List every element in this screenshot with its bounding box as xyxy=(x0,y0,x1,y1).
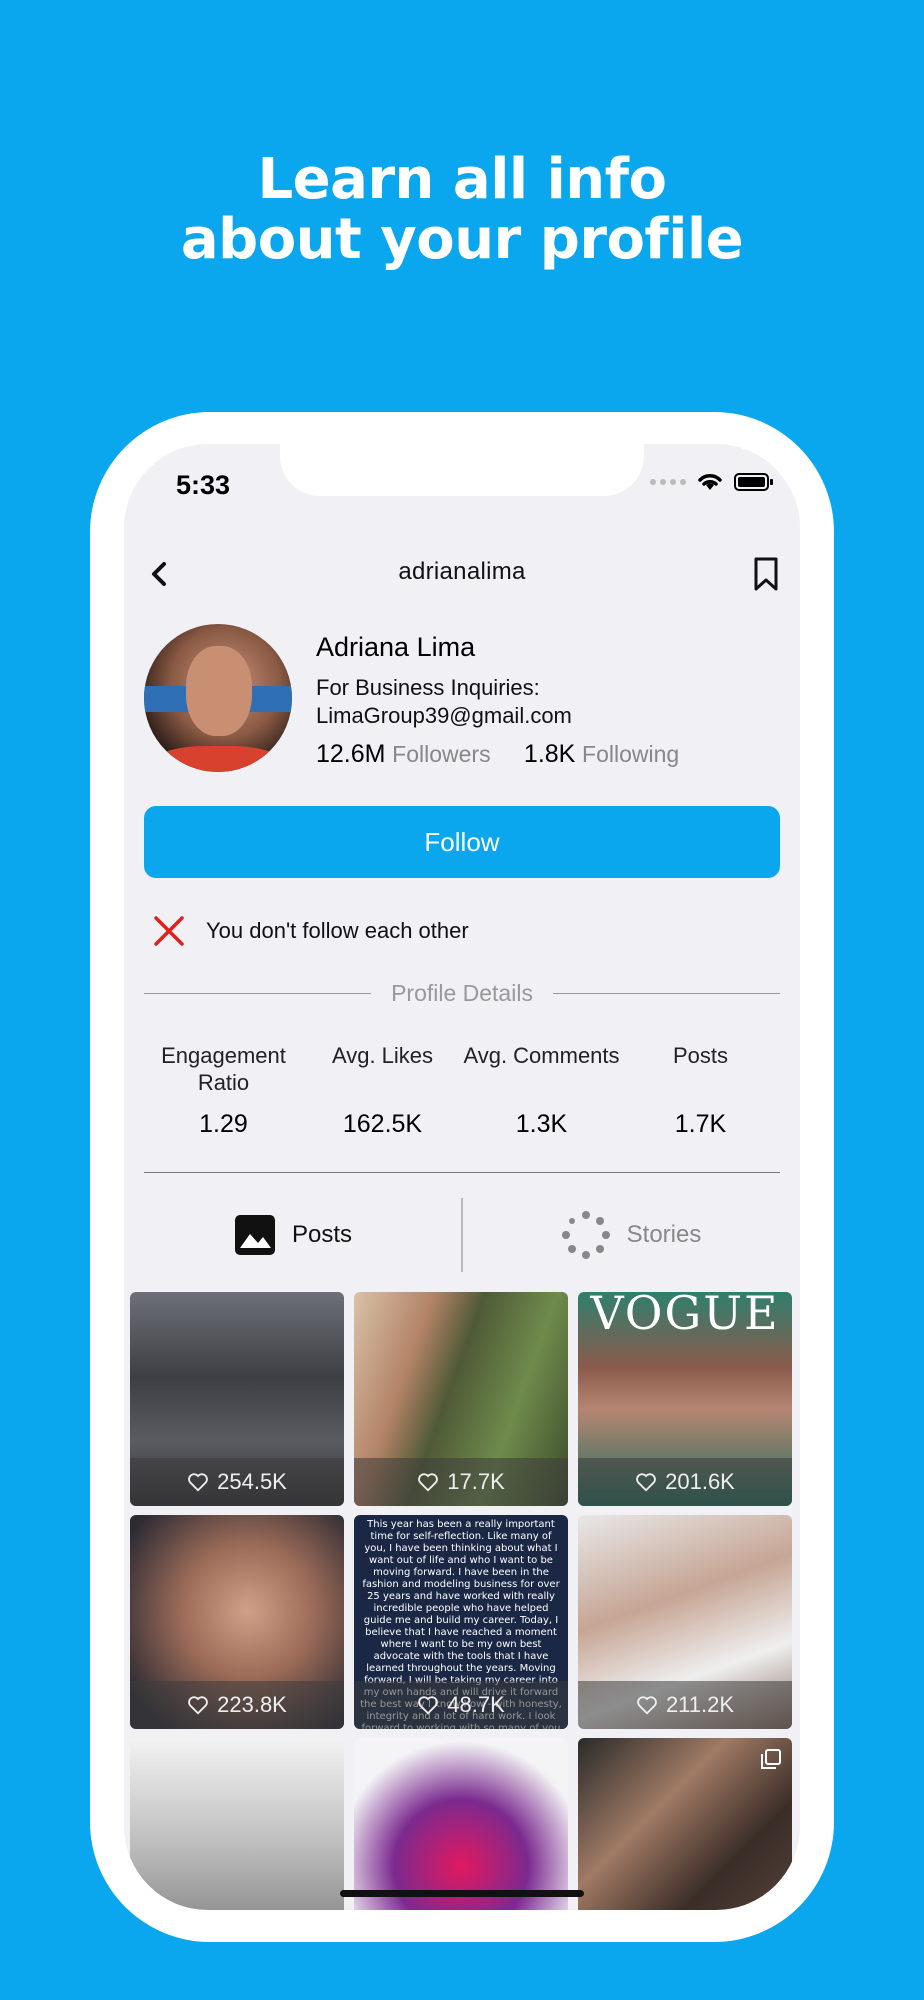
profile-details-header: Profile Details xyxy=(144,980,781,1007)
post-thumbnail[interactable] xyxy=(130,1738,344,1910)
phone-screen: 5:33 adrianalima Adriana Lima For Busine… xyxy=(124,444,800,1910)
heart-icon xyxy=(188,1473,208,1492)
detail-avg-comments: Avg. Comments 1.3K xyxy=(462,1042,621,1139)
divider xyxy=(144,1172,780,1173)
profile-bio: For Business Inquiries: LimaGroup39@gmai… xyxy=(316,675,572,728)
heart-icon xyxy=(637,1696,657,1715)
post-likes-count: 17.7K xyxy=(447,1469,505,1494)
heart-icon xyxy=(188,1696,208,1715)
post-likes: 254.5K xyxy=(130,1458,344,1506)
headline-line-2: about your profile xyxy=(180,207,744,272)
image-icon xyxy=(234,1215,275,1255)
stories-spinner-icon xyxy=(561,1211,610,1259)
tab-posts[interactable]: Posts xyxy=(124,1196,462,1274)
post-likes: 211.2K xyxy=(578,1681,792,1729)
post-likes: 223.8K xyxy=(130,1681,344,1729)
detail-value: 1.3K xyxy=(515,1110,568,1138)
nav-username: adrianalima xyxy=(398,558,526,585)
heart-icon xyxy=(418,1473,439,1492)
avatar xyxy=(144,624,292,772)
mutual-status: You don't follow each other xyxy=(152,914,469,948)
detail-label: Avg. Likes xyxy=(331,1043,434,1068)
battery-icon xyxy=(734,473,773,491)
detail-value: 1.29 xyxy=(199,1110,248,1138)
detail-value: 162.5K xyxy=(342,1110,423,1138)
top-nav: adrianalima xyxy=(124,544,800,604)
post-likes-count: 223.8K xyxy=(217,1692,287,1717)
notch xyxy=(280,444,644,496)
mutual-status-text: You don't follow each other xyxy=(206,918,469,943)
post-thumbnail[interactable]: VOGUE 201.6K xyxy=(578,1292,792,1506)
tab-stories[interactable]: Stories xyxy=(462,1196,800,1274)
detail-value: 1.7K xyxy=(674,1110,727,1138)
tab-posts-label: Posts xyxy=(291,1221,353,1248)
home-indicator xyxy=(340,1890,584,1897)
tab-separator xyxy=(461,1198,463,1272)
promo-headline: Learn all info about your profile xyxy=(0,150,924,270)
detail-engagement-ratio: Engagement Ratio 1.29 xyxy=(144,1042,303,1139)
post-thumbnail[interactable]: 254.5K xyxy=(130,1292,344,1506)
status-icons xyxy=(650,472,774,492)
profile-details: Engagement Ratio 1.29 Avg. Likes 162.5K … xyxy=(144,1042,780,1139)
followers-count: 12.6M xyxy=(316,740,386,768)
post-thumbnail[interactable] xyxy=(354,1738,568,1910)
headline-line-1: Learn all info xyxy=(257,147,667,212)
profile-details-title: Profile Details xyxy=(391,980,533,1006)
detail-label: Engagement Ratio xyxy=(161,1043,286,1095)
follow-button[interactable]: Follow xyxy=(144,806,780,878)
post-likes: 48.7K xyxy=(354,1681,568,1729)
bookmark-icon[interactable] xyxy=(750,556,782,592)
post-thumbnail[interactable]: 17.7K xyxy=(354,1292,568,1506)
content-tabs: Posts Stories xyxy=(124,1196,800,1274)
multiple-photos-icon xyxy=(761,1749,781,1769)
post-overlay-text: VOGUE xyxy=(590,1292,780,1340)
heart-icon xyxy=(636,1473,656,1492)
wifi-icon xyxy=(698,474,722,490)
followers-label: Followers xyxy=(392,741,491,767)
detail-label: Avg. Comments xyxy=(463,1043,620,1068)
detail-posts: Posts 1.7K xyxy=(621,1042,780,1139)
post-likes-count: 201.6K xyxy=(665,1469,735,1494)
post-likes: 201.6K xyxy=(578,1458,792,1506)
detail-label: Posts xyxy=(672,1043,729,1068)
post-likes-count: 211.2K xyxy=(665,1692,735,1717)
post-likes: 17.7K xyxy=(354,1458,568,1506)
post-thumbnail[interactable] xyxy=(578,1738,792,1910)
post-thumbnail[interactable]: 211.2K xyxy=(578,1515,792,1729)
tab-stories-label: Stories xyxy=(626,1221,702,1248)
following-count: 1.8K xyxy=(523,740,576,768)
signal-icon xyxy=(650,479,686,485)
status-time: 5:33 xyxy=(176,470,231,500)
following-label: Following xyxy=(582,741,680,767)
profile-stats: 12.6M Followers 1.8K Following xyxy=(316,740,679,769)
posts-grid: 254.5K 17.7K VOGUE 201.6K 223.8K This ye… xyxy=(130,1292,794,1910)
post-thumbnail[interactable]: 223.8K xyxy=(130,1515,344,1729)
close-x-icon xyxy=(154,916,184,946)
post-likes-count: 48.7K xyxy=(447,1692,505,1717)
detail-avg-likes: Avg. Likes 162.5K xyxy=(303,1042,462,1139)
post-likes-count: 254.5K xyxy=(217,1469,287,1494)
profile-name: Adriana Lima xyxy=(316,632,476,662)
post-thumbnail[interactable]: This year has been a really important ti… xyxy=(354,1515,568,1729)
heart-icon xyxy=(418,1696,439,1715)
